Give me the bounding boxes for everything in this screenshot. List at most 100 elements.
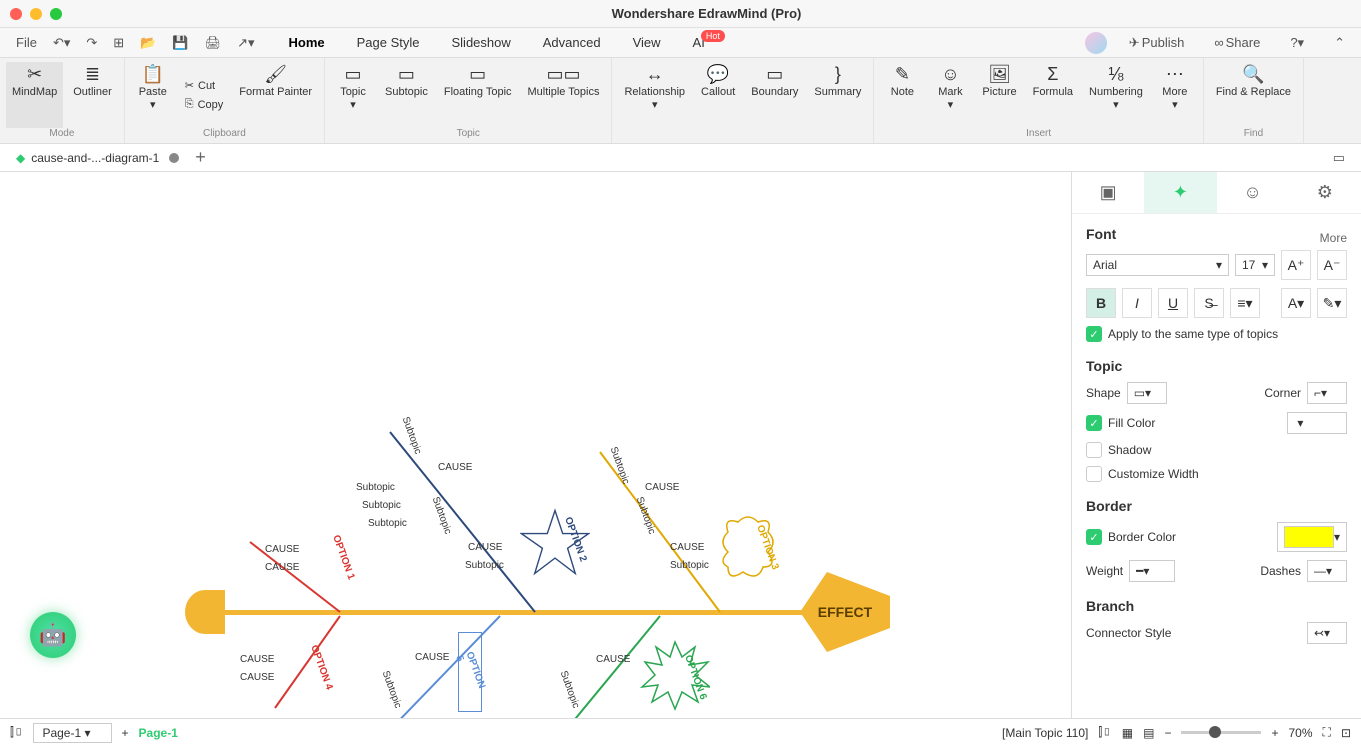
chat-assistant-button[interactable]: 🤖 xyxy=(30,612,76,658)
summary-button[interactable]: }Summary xyxy=(808,62,867,128)
outliner-button[interactable]: ≣Outliner xyxy=(67,62,118,128)
cause-label[interactable]: CAUSE xyxy=(596,654,630,665)
font-more[interactable]: More xyxy=(1320,231,1347,245)
increase-font-button[interactable]: A⁺ xyxy=(1281,250,1311,280)
redo-button[interactable]: ↷ xyxy=(78,31,105,55)
export-button[interactable]: ↗▾ xyxy=(229,31,262,55)
subtopic-label[interactable]: Subtopic xyxy=(368,518,407,529)
cause-label[interactable]: CAUSE xyxy=(670,542,704,553)
tab-home[interactable]: Home xyxy=(275,29,339,56)
page-select[interactable]: Page-1 ▾ xyxy=(33,723,111,743)
view-mode-2[interactable]: ▦ xyxy=(1122,726,1133,740)
new-button[interactable]: ⊞ xyxy=(105,31,132,55)
zoom-out[interactable]: − xyxy=(1164,726,1171,740)
print-button[interactable]: 🖨 xyxy=(197,31,230,55)
outline-toggle[interactable]: ⫿▯ xyxy=(10,725,23,740)
strike-button[interactable]: S̶ xyxy=(1194,288,1224,318)
cause-label[interactable]: CAUSE xyxy=(240,672,274,683)
subtopic-button[interactable]: ▭Subtopic xyxy=(379,62,434,128)
border-color-checkbox[interactable]: ✓ xyxy=(1086,529,1102,545)
floating-topic-button[interactable]: ▭Floating Topic xyxy=(438,62,518,128)
subtopic-rot[interactable]: Subtopic xyxy=(608,445,632,485)
picture-button[interactable]: 🖼Picture xyxy=(976,62,1022,128)
weight-select[interactable]: ━▾ xyxy=(1129,560,1175,582)
minimize-icon[interactable] xyxy=(30,8,42,20)
subtopic-rot[interactable]: Subtopic xyxy=(430,495,454,535)
tab-ai[interactable]: AIHot xyxy=(679,29,743,56)
formula-button[interactable]: ΣFormula xyxy=(1027,62,1079,128)
panel-tab-icon[interactable]: ☺ xyxy=(1217,172,1289,213)
tab-advanced[interactable]: Advanced xyxy=(529,29,615,56)
subtopic-label[interactable]: Subtopic xyxy=(362,500,401,511)
cause-label[interactable]: CAUSE xyxy=(468,542,502,553)
fill-checkbox[interactable]: ✓ xyxy=(1086,415,1102,431)
cause-label[interactable]: CAUSE xyxy=(265,562,299,573)
publish-button[interactable]: ✈ Publish xyxy=(1121,31,1193,55)
multiple-topics-button[interactable]: ▭▭Multiple Topics xyxy=(522,62,606,128)
add-page-button[interactable]: + xyxy=(122,726,129,740)
subtopic-label[interactable]: Subtopic xyxy=(465,560,504,571)
option-4[interactable]: OPTION 4 xyxy=(308,644,334,692)
note-button[interactable]: ✎Note xyxy=(880,62,924,128)
fish-head[interactable]: EFFECT xyxy=(800,572,890,652)
italic-button[interactable]: I xyxy=(1122,288,1152,318)
relationship-button[interactable]: ↔Relationship▾ xyxy=(618,62,691,128)
subtopic-label[interactable]: Subtopic xyxy=(670,560,709,571)
find-replace-button[interactable]: 🔍Find & Replace xyxy=(1210,62,1297,128)
apply-checkbox[interactable]: ✓ xyxy=(1086,326,1102,342)
collapse-ribbon-button[interactable]: ⌃ xyxy=(1326,31,1353,55)
subtopic-rot[interactable]: Subtopic xyxy=(380,669,404,709)
option-5-rect[interactable]: OPTION 5 xyxy=(458,632,482,712)
subtopic-rot[interactable]: Subtopic xyxy=(634,495,658,535)
panel-toggle-button[interactable]: ▭ xyxy=(1325,146,1353,170)
option-1[interactable]: OPTION 1 xyxy=(330,534,356,582)
format-painter-button[interactable]: 🖌Format Painter xyxy=(233,62,318,128)
font-family-select[interactable]: Arial▾ xyxy=(1086,254,1229,276)
width-checkbox[interactable] xyxy=(1086,466,1102,482)
cause-label[interactable]: CAUSE xyxy=(438,462,472,473)
option-3-cloud[interactable] xyxy=(718,512,778,592)
panel-tab-layout[interactable]: ▣ xyxy=(1072,172,1144,213)
add-tab-button[interactable]: + xyxy=(195,147,206,168)
file-menu[interactable]: File xyxy=(8,31,45,54)
zoom-value[interactable]: 70% xyxy=(1289,726,1313,740)
mindmap-button[interactable]: ✂MindMap xyxy=(6,62,63,128)
numbering-button[interactable]: ⅛Numbering▾ xyxy=(1083,62,1149,128)
copy-button[interactable]: ⎘ Copy xyxy=(179,96,230,113)
more-button[interactable]: ⋯More▾ xyxy=(1153,62,1197,128)
highlight-button[interactable]: ✎▾ xyxy=(1317,288,1347,318)
undo-button[interactable]: ↶▾ xyxy=(45,31,78,55)
cause-label[interactable]: CAUSE xyxy=(645,482,679,493)
view-mode-3[interactable]: ▤ xyxy=(1143,726,1154,740)
paste-button[interactable]: 📋Paste▾ xyxy=(131,62,175,128)
boundary-button[interactable]: ▭Boundary xyxy=(745,62,804,128)
border-color-select[interactable]: ▾ xyxy=(1277,522,1347,552)
subtopic-rot[interactable]: Subtopic xyxy=(400,415,424,455)
bold-button[interactable]: B xyxy=(1086,288,1116,318)
maximize-icon[interactable] xyxy=(50,8,62,20)
cause-label[interactable]: CAUSE xyxy=(265,544,299,555)
font-color-button[interactable]: A▾ xyxy=(1281,288,1311,318)
document-tab[interactable]: ◆ cause-and-...-diagram-1 xyxy=(8,147,187,169)
avatar[interactable] xyxy=(1085,32,1107,54)
cut-button[interactable]: ✂ Cut xyxy=(179,77,230,94)
tab-view[interactable]: View xyxy=(619,29,675,56)
zoom-in[interactable]: + xyxy=(1271,726,1278,740)
dashes-select[interactable]: —▾ xyxy=(1307,560,1347,582)
cause-label[interactable]: CAUSE xyxy=(415,652,449,663)
fit-button[interactable]: ⊡ xyxy=(1341,726,1351,740)
subtopic-label[interactable]: Subtopic xyxy=(356,482,395,493)
connector-select[interactable]: ↢▾ xyxy=(1307,622,1347,644)
font-size-select[interactable]: 17▾ xyxy=(1235,254,1275,276)
share-button[interactable]: ∞ Share xyxy=(1206,31,1268,54)
shape-select[interactable]: ▭▾ xyxy=(1127,382,1167,404)
close-icon[interactable] xyxy=(10,8,22,20)
subtopic-rot[interactable]: Subtopic xyxy=(558,669,582,709)
decrease-font-button[interactable]: A⁻ xyxy=(1317,250,1347,280)
panel-tab-style[interactable]: ✦ xyxy=(1144,172,1216,213)
fullscreen-button[interactable]: ⛶ xyxy=(1323,725,1331,740)
corner-select[interactable]: ⌐▾ xyxy=(1307,382,1347,404)
help-button[interactable]: ?▾ xyxy=(1282,31,1312,55)
view-mode-1[interactable]: ⫿▯ xyxy=(1098,725,1111,740)
save-button[interactable]: 💾 xyxy=(164,31,196,55)
